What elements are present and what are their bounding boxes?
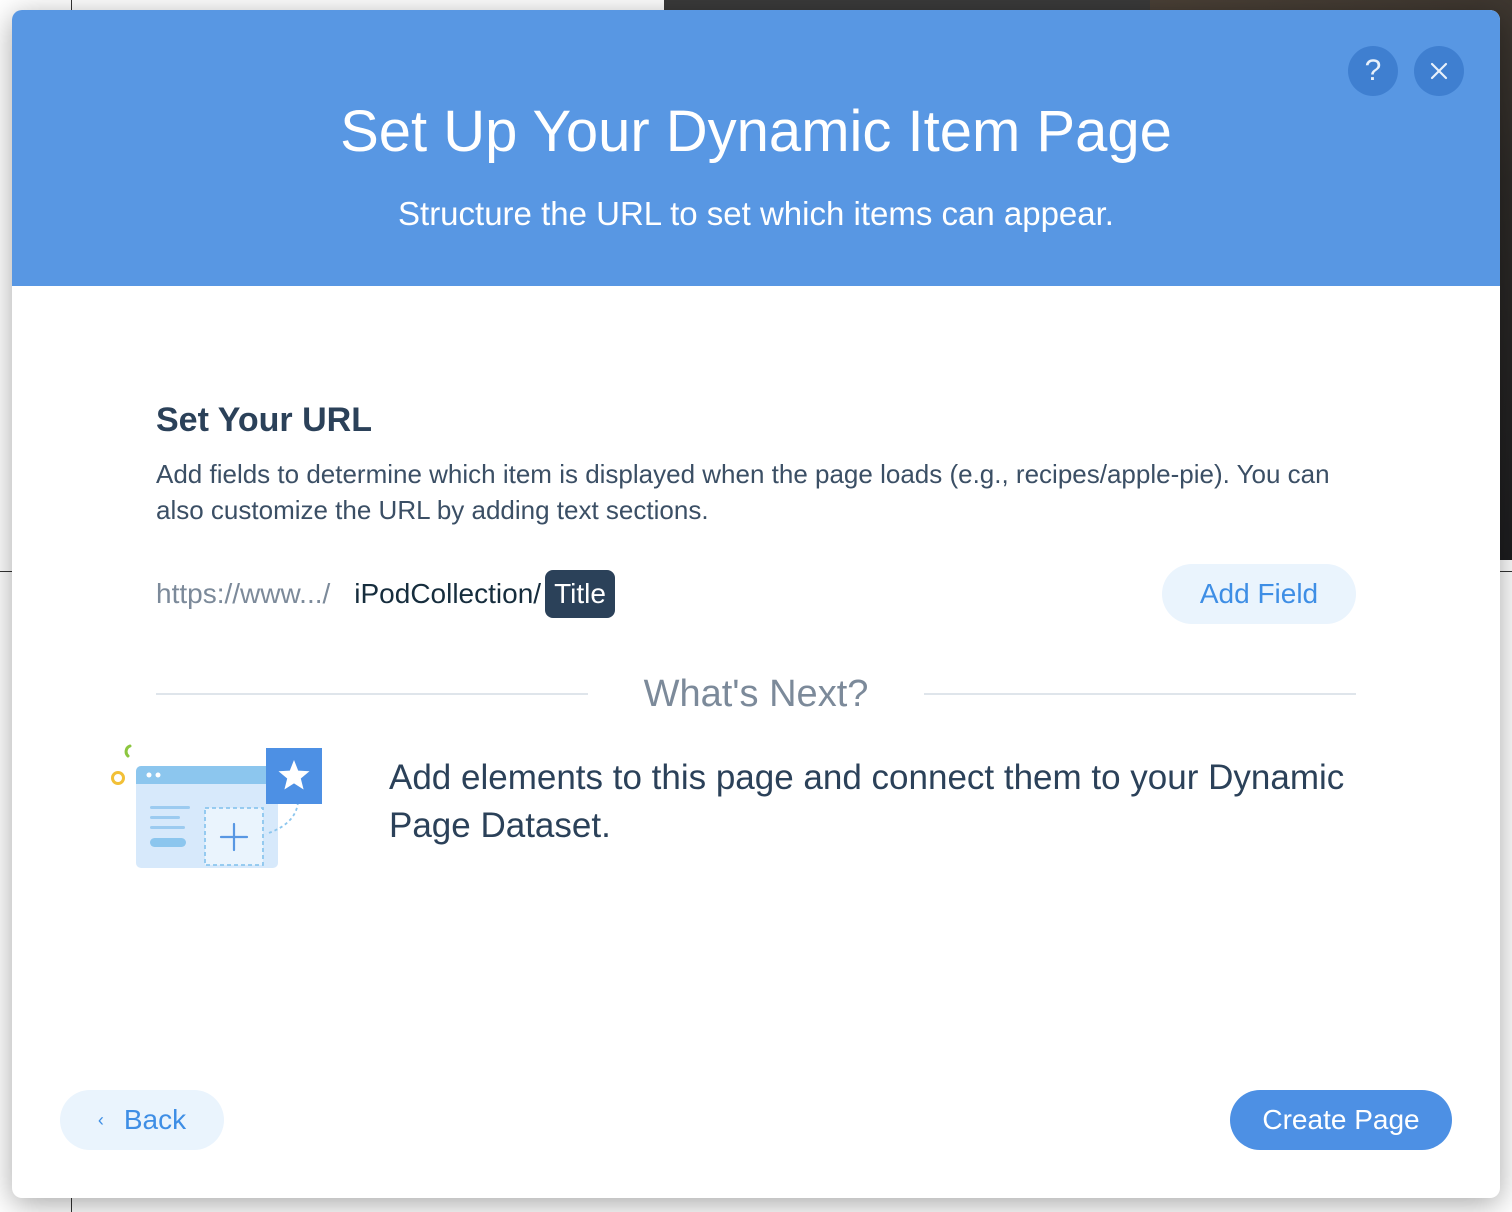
section-description: Add fields to determine which item is di… — [156, 459, 1330, 525]
back-button[interactable]: ‹ Back — [60, 1090, 224, 1150]
whats-next-description: Add elements to this page and connect th… — [389, 758, 1345, 845]
whats-next-title: What's Next? — [643, 673, 869, 715]
chevron-left-icon: ‹ — [97, 1109, 104, 1130]
back-button-label: Back — [123, 1104, 187, 1135]
url-field-chip[interactable]: Title — [545, 570, 615, 618]
url-collection-segment[interactable]: iPodCollection/ — [354, 578, 541, 610]
page-with-star-illustration — [111, 744, 322, 868]
add-field-button[interactable]: Add Field — [1162, 564, 1356, 624]
help-button[interactable]: ? — [1348, 46, 1398, 96]
close-button[interactable] — [1414, 46, 1464, 96]
url-prefix: https://www.../ — [156, 578, 331, 609]
dialog-title: Set Up Your Dynamic Item Page — [340, 99, 1172, 164]
dynamic-page-setup-dialog: Set Up Your Dynamic Item Page Structure … — [12, 10, 1500, 1198]
dialog-header: Set Up Your Dynamic Item Page Structure … — [12, 10, 1500, 286]
divider-left — [156, 693, 588, 695]
close-icon — [1430, 62, 1448, 80]
help-icon: ? — [1364, 54, 1382, 87]
create-page-button[interactable]: Create Page — [1230, 1090, 1452, 1150]
url-structure: https://www.../ iPodCollection/ Title — [156, 568, 615, 620]
section-title-set-url: Set Your URL — [156, 401, 372, 439]
divider-right — [924, 693, 1356, 695]
dialog-subtitle: Structure the URL to set which items can… — [398, 195, 1114, 232]
